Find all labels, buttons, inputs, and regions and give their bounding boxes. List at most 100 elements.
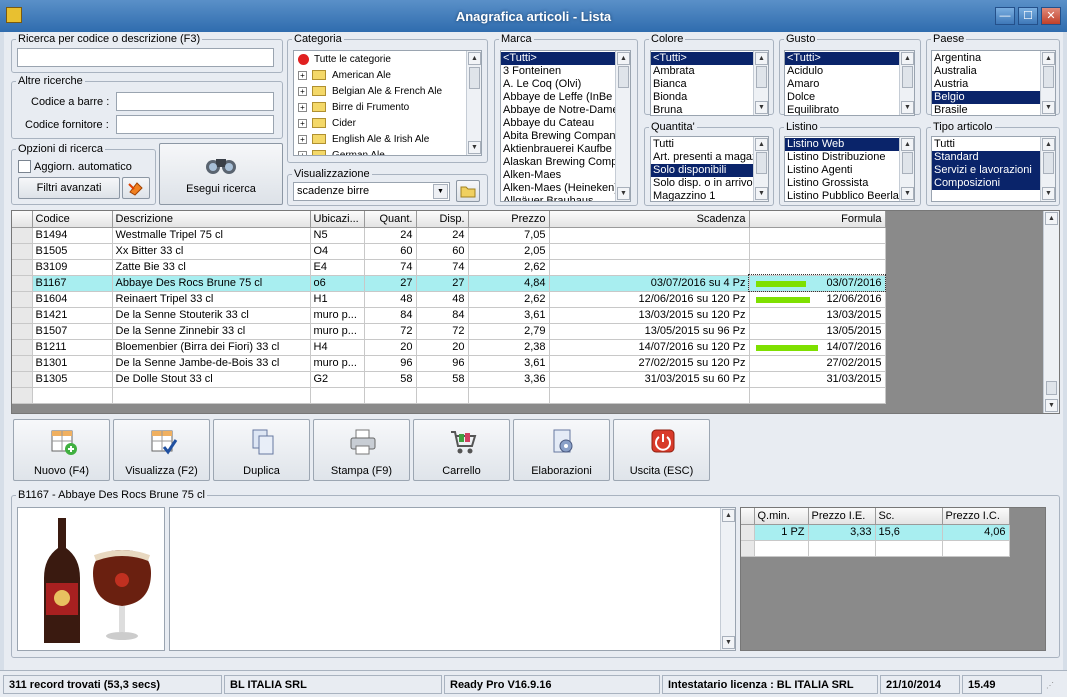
listino-item[interactable]: Listino Pubblico Beerland [785,190,914,201]
category-item[interactable]: + English Ale & Irish Ale [294,132,481,148]
colore-item[interactable]: Ambrata [651,65,768,78]
barcode-field[interactable] [116,92,274,111]
tipo-scrollbar[interactable]: ▲ ▼ [1040,137,1055,201]
price-column-header[interactable]: Prezzo I.E. [808,508,876,525]
supplier-code-field[interactable] [116,115,274,134]
category-item[interactable]: + Birre di Frumento [294,100,481,116]
tipo-item[interactable]: Composizioni [932,177,1055,190]
advanced-filters-button[interactable]: Filtri avanzati [18,177,120,199]
listino-item[interactable]: Listino Agenti [785,164,914,177]
color-list[interactable]: <Tutti> Ambrata Bianca Bionda Bruna ▲ ▼ [650,50,769,116]
minimize-button[interactable]: — [995,7,1015,25]
folder-button[interactable] [456,180,480,202]
expand-icon[interactable]: + [298,150,307,155]
marca-item[interactable]: Alaskan Brewing Comp [501,156,630,169]
new-button[interactable]: Nuovo (F4) [13,419,110,481]
quantita-item[interactable]: Solo disponibili [651,164,768,177]
marca-item[interactable]: 3 Fonteinen [501,65,630,78]
quantita-item[interactable]: Art. presenti a magaz [651,151,768,164]
table-row[interactable]: B1305 De Dolle Stout 33 cl G2 58 58 3,36 31/03… [12,371,886,388]
table-row[interactable]: B1167 Abbaye Des Rocs Brune 75 cl o6 27 27 4,… [12,274,886,292]
pricelist-list[interactable]: Listino Web Listino Distribuzione Listino … [784,136,915,202]
table-row[interactable]: B1301 De la Senne Jambe-de-Bois 33 cl muro… [12,355,886,372]
expand-icon[interactable]: + [298,70,307,80]
row-indicator[interactable] [12,275,33,292]
marca-scrollbar[interactable]: ▲ ▼ [615,51,630,201]
category-item[interactable]: + Belgian Ale & French Ale [294,84,481,100]
marca-item[interactable]: Abita Brewing Compan [501,130,630,143]
row-indicator[interactable] [12,371,33,388]
marca-item[interactable]: A. Le Coq (Olvi) [501,78,630,91]
column-header-available[interactable]: Disp. [416,211,469,228]
category-scrollbar[interactable]: ▲ ▼ [466,51,481,155]
table-row[interactable]: B3109 Zatte Bie 33 cl E4 74 74 2,62 [12,259,886,276]
column-header-formula[interactable]: Formula [749,211,886,228]
chevron-down-icon[interactable]: ▼ [433,184,448,199]
gusto-item[interactable]: Equilibrato [785,104,914,115]
expand-icon[interactable]: + [298,134,307,144]
row-indicator[interactable] [12,243,33,260]
maximize-button[interactable]: ☐ [1018,7,1038,25]
table-row[interactable]: B1604 Reinaert Tripel 33 cl H1 48 48 2,62 12/0… [12,291,886,308]
row-indicator[interactable] [12,323,33,340]
listino-item[interactable]: Listino Distribuzione [785,151,914,164]
articles-grid[interactable]: Codice Descrizione Ubicazi... Quant. Disp. Pr… [11,210,1060,414]
resize-grip-icon[interactable]: ⋰ [1046,681,1060,693]
processing-button[interactable]: Elaborazioni [513,419,610,481]
quantita-item[interactable]: Magazzino 1 [651,190,768,201]
quantity-list[interactable]: Tutti Art. presenti a magaz Solo disponibi… [650,136,769,202]
view-button[interactable]: Visualizza (F2) [113,419,210,481]
colore-item[interactable]: Bionda [651,91,768,104]
marca-item[interactable]: Abbaye de Notre-Dame [501,104,630,117]
column-header-expiry[interactable]: Scadenza [549,211,750,228]
row-indicator[interactable] [12,307,33,324]
row-indicator[interactable] [12,259,33,276]
row-indicator[interactable] [12,291,33,308]
listino-scrollbar[interactable]: ▲ ▼ [899,137,914,201]
tipo-item[interactable]: Tutti [932,138,1055,151]
listino-item[interactable]: Listino Grossista [785,177,914,190]
row-indicator[interactable] [12,339,33,356]
listino-item[interactable]: Listino Web [785,138,914,151]
quantita-item[interactable]: Tutti [651,138,768,151]
paese-item[interactable]: Australia [932,65,1055,78]
price-grid[interactable]: Q.min. Prezzo I.E. Sc. Prezzo I.C. 1 PZ 3,33… [740,507,1046,651]
brand-list[interactable]: <Tutti> 3 Fonteinen A. Le Coq (Olvi) Abbaye… [500,50,631,202]
expand-icon[interactable]: + [298,102,307,112]
colore-item[interactable]: Bianca [651,78,768,91]
category-item[interactable]: + German Ale [294,148,481,155]
paese-item[interactable]: Brasile [932,104,1055,115]
table-row[interactable]: B1421 De la Senne Stouterik 33 cl muro p..… [12,307,886,324]
marca-item[interactable]: Aktienbrauerei Kaufbe [501,143,630,156]
notes-scrollbar[interactable]: ▲ ▼ [720,508,735,650]
paese-item[interactable]: Argentina [932,52,1055,65]
tipo-item[interactable]: Servizi e lavorazioni [932,164,1055,177]
category-tree[interactable]: Tutte le categorie + American Ale + Belgian… [293,50,482,156]
price-column-header[interactable]: Prezzo I.C. [942,508,1010,525]
column-header-price[interactable]: Prezzo [468,211,550,228]
table-row[interactable]: B1494 Westmalle Tripel 75 cl N5 24 24 7,05 [12,227,886,244]
colore-scrollbar[interactable]: ▲ ▼ [753,51,768,115]
price-column-header[interactable]: Q.min. [754,508,809,525]
gusto-item[interactable]: Amaro [785,78,914,91]
article-type-list[interactable]: Tutti Standard Servizi e lavorazioni Compos… [931,136,1056,202]
country-list[interactable]: Argentina Australia Austria Belgio Brasile ▲ ▼ [931,50,1056,116]
notes-area[interactable]: ▲ ▼ [169,507,736,651]
expand-icon[interactable]: + [298,118,307,128]
row-indicator[interactable] [12,227,33,244]
search-input[interactable] [17,48,274,67]
marca-item[interactable]: Alken-Maes [501,169,630,182]
colore-item[interactable]: <Tutti> [651,52,768,65]
row-indicator[interactable] [12,355,33,372]
marca-item[interactable]: <Tutti> [501,52,630,65]
cart-button[interactable]: Carrello [413,419,510,481]
filter-clear-button[interactable] [122,177,150,199]
taste-list[interactable]: <Tutti> Acidulo Amaro Dolce Equilibrato ▲ ▼ [784,50,915,116]
table-row[interactable]: B1211 Bloemenbier (Birra dei Fiori) 33 cl… [12,339,886,356]
paese-item[interactable]: Austria [932,78,1055,91]
marca-item[interactable]: Abbaye du Cateau [501,117,630,130]
run-search-button[interactable]: Esegui ricerca [159,143,283,205]
gusto-scrollbar[interactable]: ▲ ▼ [899,51,914,115]
paese-scrollbar[interactable]: ▲ ▼ [1040,51,1055,115]
gusto-item[interactable]: Dolce [785,91,914,104]
